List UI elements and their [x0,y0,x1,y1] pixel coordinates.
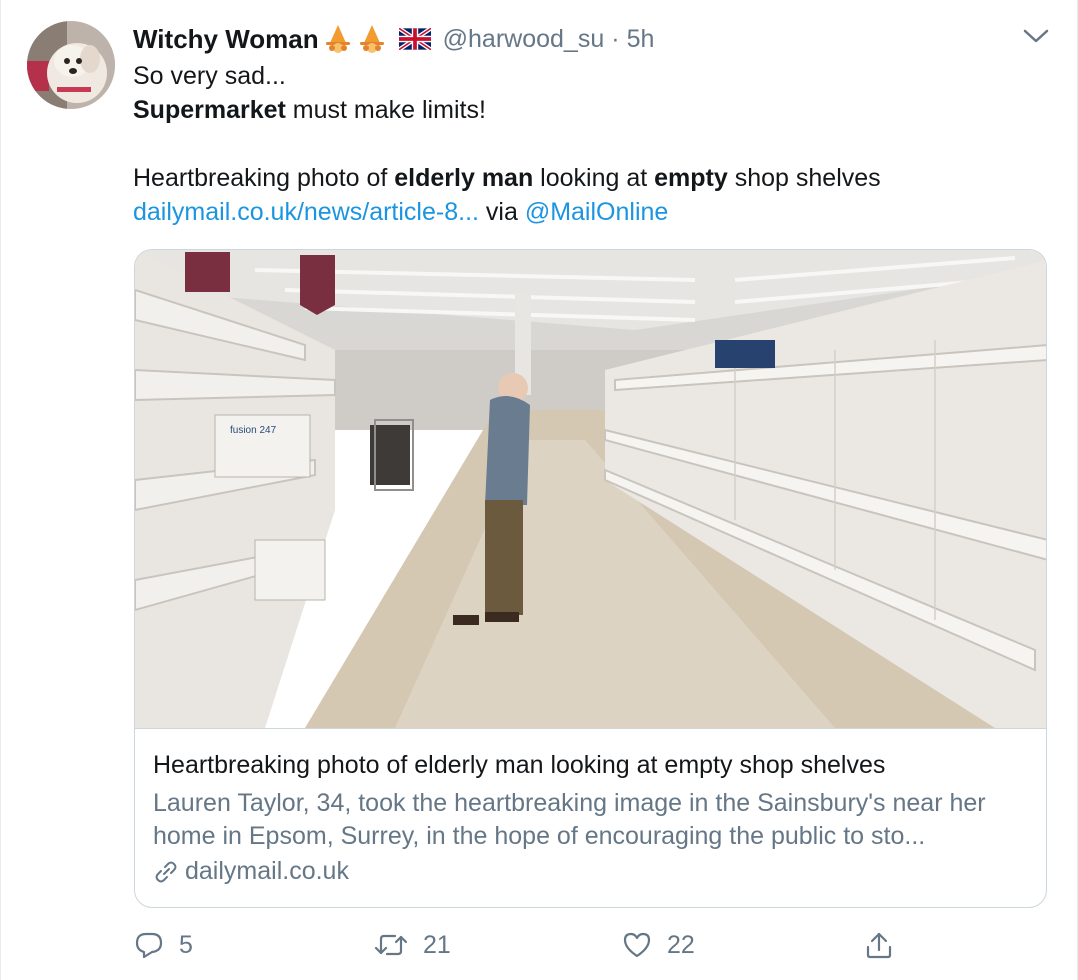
witch-emoji-icon [325,25,350,53]
share-button[interactable] [863,927,895,963]
like-button[interactable]: 22 [621,927,695,963]
tweet[interactable]: Witchy Woman @harwood_su · 5h So very sa… [0,0,1078,980]
tweet-text: must make limits! [285,96,486,124]
retweet-icon [374,934,408,956]
user-handle[interactable]: @harwood_su [443,25,605,54]
card-body[interactable]: Heartbreaking photo of elderly man looki… [135,728,1046,907]
flag-uk-icon [398,28,431,50]
card-domain: dailymail.co.uk [153,857,349,886]
tweet-bold-text: empty [654,164,728,192]
tweet-line-1: So very sad... [133,60,286,93]
tweet-timestamp[interactable]: 5h [627,25,655,54]
card-description: Lauren Taylor, 34, took the heartbreakin… [153,789,986,850]
share-icon [866,932,892,959]
retweet-button[interactable]: 21 [373,927,451,963]
tweet-header: Witchy Woman @harwood_su · 5h [133,20,654,58]
reply-icon [135,932,163,959]
retweet-count: 21 [423,930,451,959]
reply-button[interactable]: 5 [133,927,193,963]
card-image[interactable]: fusion 247 [135,250,1047,728]
tweet-text: via [478,198,525,226]
article-link[interactable]: dailymail.co.uk/news/article-8... [133,198,479,226]
like-count: 22 [667,930,695,959]
caret-down-icon[interactable] [1019,24,1053,48]
tweet-bold-text: elderly man [394,164,534,192]
card-domain-text: dailymail.co.uk [185,857,349,885]
tweet-text: shop shelves [727,164,881,192]
like-icon [623,932,651,958]
card-title: Heartbreaking photo of elderly man looki… [153,751,886,779]
tweet-line-2: Supermarket must make limits! [133,94,486,127]
tweet-text: looking at [533,164,655,192]
mention-link[interactable]: @MailOnline [525,198,668,226]
avatar[interactable] [27,21,115,109]
display-name[interactable]: Witchy Woman [133,24,319,55]
header-separator: · [611,24,620,53]
tweet-actions: 5 21 22 [133,927,1053,963]
tweet-text: So very sad... [133,62,286,90]
link-icon [155,861,177,882]
tweet-line-3: Heartbreaking photo of elderly man looki… [133,162,881,195]
tweet-text: Heartbreaking photo of [133,164,395,192]
reply-count: 5 [179,930,193,959]
photo-box-label: fusion 247 [230,425,277,436]
tweet-bold-text: Supermarket [133,96,286,124]
tweet-line-4: dailymail.co.uk/news/article-8... via @M… [133,196,668,229]
witch-emoji-icon [359,25,384,53]
link-card[interactable]: fusion 247 Heartbreaking photo of elderl… [134,249,1047,908]
